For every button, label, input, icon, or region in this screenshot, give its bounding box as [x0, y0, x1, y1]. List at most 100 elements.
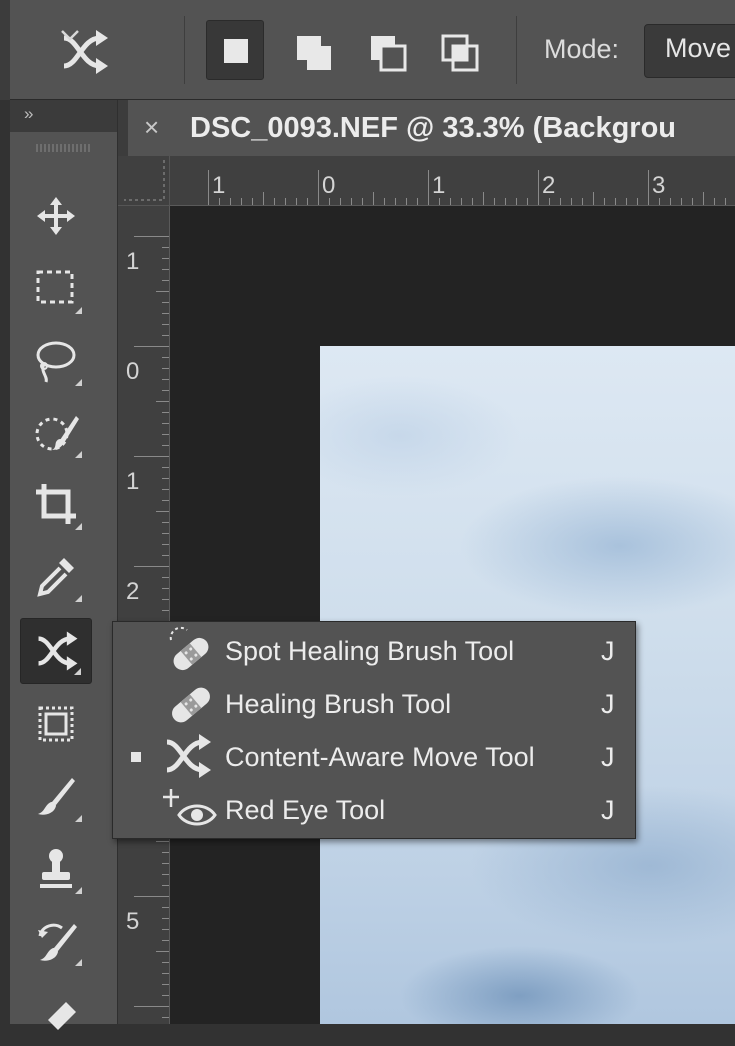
ruler-tick	[134, 456, 169, 457]
content-aware-move-icon	[38, 631, 78, 671]
more-tools-indicator	[75, 307, 82, 314]
new-selection-icon	[224, 39, 248, 63]
ruler-tick	[428, 170, 429, 205]
panel-grip[interactable]	[36, 144, 92, 152]
ruler-tick	[461, 198, 462, 205]
quick-selection-tool[interactable]	[20, 400, 92, 466]
lasso-tool[interactable]	[20, 328, 92, 394]
move-tool[interactable]	[20, 184, 92, 250]
ruler-tick	[162, 555, 169, 556]
ruler-tick	[329, 198, 330, 205]
ruler-tick	[417, 198, 418, 205]
subtract-from-selection-icon	[371, 36, 407, 72]
ruler-tick	[703, 192, 704, 205]
new-selection-button[interactable]	[206, 20, 264, 80]
ruler-tick	[296, 198, 297, 205]
ruler-tick	[162, 445, 169, 446]
history-brush-tool[interactable]	[20, 908, 92, 974]
close-icon[interactable]: ×	[144, 112, 159, 143]
ruler-label: 1	[126, 248, 140, 275]
ruler-tick	[162, 269, 169, 270]
ruler-tick	[162, 1017, 169, 1018]
ruler-label: 0	[322, 172, 336, 199]
menu-item-content-aware-move[interactable]: Content-Aware Move Tool J	[113, 730, 635, 783]
ruler-tick	[162, 247, 169, 248]
more-tools-indicator	[75, 815, 82, 822]
more-tools-indicator	[75, 523, 82, 530]
crop-icon	[36, 484, 76, 524]
content-aware-move-tool[interactable]	[20, 618, 92, 684]
ruler-tick	[156, 511, 169, 512]
ruler-tick	[162, 434, 169, 435]
menu-item-red-eye[interactable]: Red Eye Tool J	[113, 783, 635, 836]
menu-item-healing-brush[interactable]: Healing Brush Tool J	[113, 677, 635, 730]
ruler-tick	[549, 198, 550, 205]
tool-preset-picker[interactable]	[60, 28, 160, 78]
more-tools-indicator	[75, 451, 82, 458]
ruler-label: 0	[126, 358, 140, 385]
eyedropper-tool[interactable]	[20, 544, 92, 610]
ruler-tick	[162, 874, 169, 875]
more-tools-indicator	[75, 959, 82, 966]
ruler-tick	[162, 863, 169, 864]
vertical-ruler[interactable]: 1 0 1 2 5	[118, 206, 170, 1024]
ruler-tick	[538, 170, 539, 205]
document-tab[interactable]: × DSC_0093.NEF @ 33.3% (Backgrou	[128, 100, 735, 156]
ruler-tick	[162, 390, 169, 391]
frame-tool[interactable]	[20, 692, 92, 758]
ruler-tick	[162, 478, 169, 479]
ruler-tick	[527, 198, 528, 205]
canvas-area[interactable]	[170, 206, 735, 1024]
ruler-tick	[472, 198, 473, 205]
clone-stamp-tool[interactable]	[20, 836, 92, 902]
brush-tool[interactable]	[20, 764, 92, 830]
ruler-tick	[681, 198, 682, 205]
ruler-tick	[571, 198, 572, 205]
ruler-tick	[162, 929, 169, 930]
rectangular-marquee-tool[interactable]	[20, 256, 92, 322]
ruler-tick	[156, 841, 169, 842]
tools-panel: »	[10, 100, 118, 1030]
ruler-label: 2	[126, 578, 140, 605]
ruler-tick	[162, 335, 169, 336]
menu-item-shortcut: J	[601, 742, 615, 772]
ruler-tick	[162, 489, 169, 490]
marquee-icon	[36, 270, 74, 304]
subtract-from-selection-button[interactable]	[356, 20, 414, 80]
ruler-tick	[604, 198, 605, 205]
ruler-tick	[362, 198, 363, 205]
ruler-tick	[439, 198, 440, 205]
chevron-down-icon	[61, 30, 79, 41]
ruler-tick	[670, 198, 671, 205]
ruler-tick	[593, 192, 594, 205]
ruler-tick	[162, 368, 169, 369]
options-separator	[516, 16, 517, 84]
ruler-origin[interactable]	[118, 156, 170, 206]
ruler-tick	[162, 588, 169, 589]
ruler-tick	[162, 533, 169, 534]
menu-item-spot-healing-brush[interactable]: Spot Healing Brush Tool J	[113, 624, 635, 677]
ruler-tick	[162, 885, 169, 886]
ruler-tick	[162, 313, 169, 314]
ruler-tick	[725, 198, 726, 205]
eraser-tool[interactable]	[20, 980, 92, 1046]
ruler-tick	[134, 346, 169, 347]
ruler-tick	[162, 599, 169, 600]
more-tools-indicator	[75, 379, 82, 386]
move-icon	[37, 197, 75, 235]
ruler-tick	[134, 1006, 169, 1007]
ruler-tick	[134, 236, 169, 237]
ruler-tick	[395, 198, 396, 205]
ruler-tick	[285, 198, 286, 205]
ruler-label: 1	[212, 172, 226, 199]
intersect-with-selection-button[interactable]	[428, 20, 486, 80]
ruler-tick	[219, 198, 220, 205]
crop-tool[interactable]	[20, 472, 92, 538]
ruler-tick	[162, 984, 169, 985]
mode-select[interactable]: Move	[644, 24, 735, 78]
collapse-panel-button[interactable]: »	[10, 100, 117, 132]
horizontal-ruler[interactable]: 1 0 1 2 3	[170, 156, 735, 206]
add-to-selection-button[interactable]	[282, 20, 340, 80]
healing-tools-flyout: Spot Healing Brush Tool J Healing Brush …	[112, 621, 636, 839]
ruler-tick	[351, 198, 352, 205]
